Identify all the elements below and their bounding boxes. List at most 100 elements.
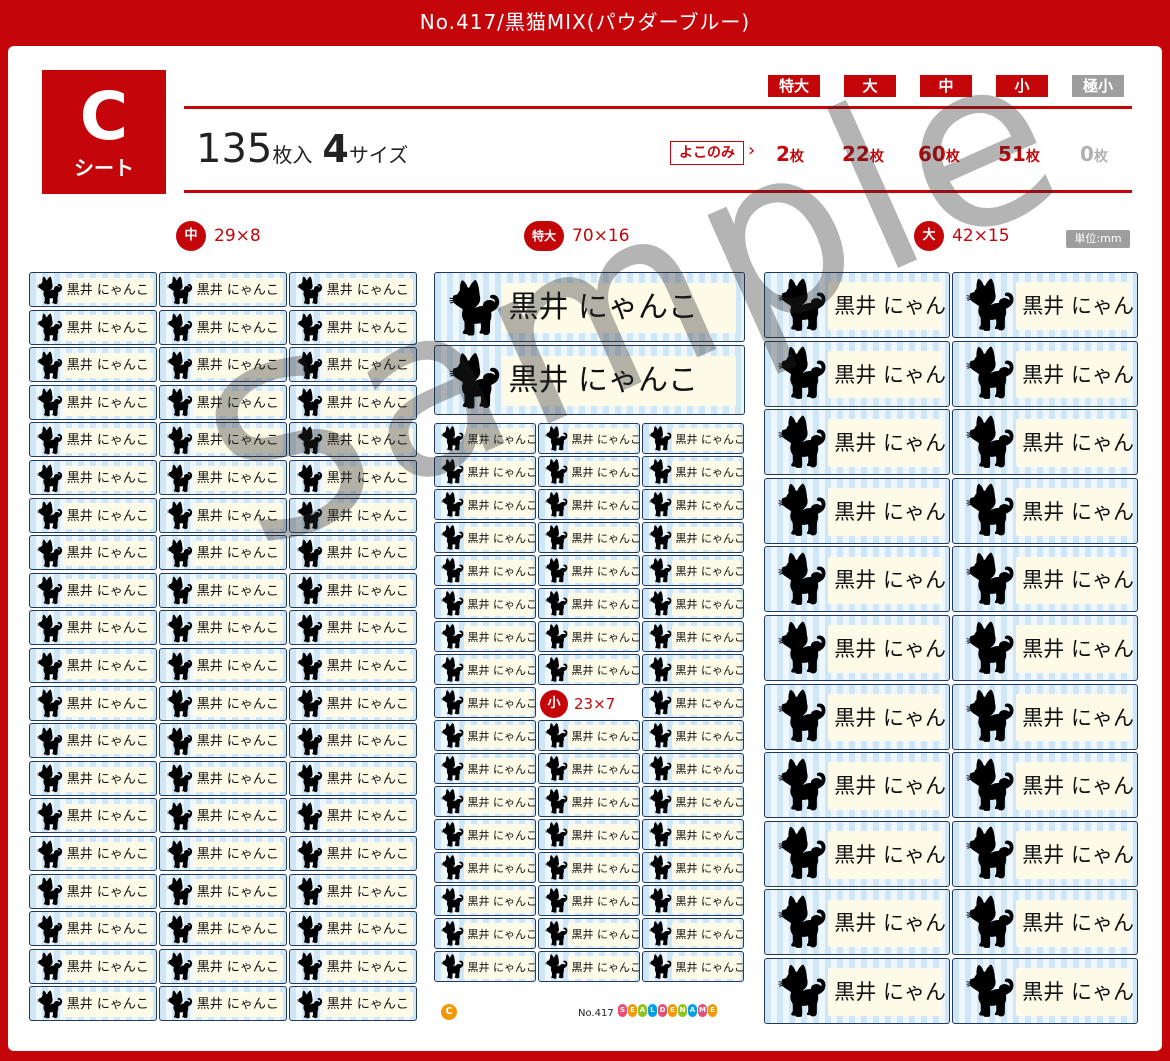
black-cat-icon: 🐈 [34,613,66,643]
black-cat-icon: 🐈 [772,551,833,607]
label-name: 黒井 にゃんこ [571,862,640,875]
small-label: 🐈 黒井 にゃんこ [434,489,536,520]
label-name: 黒井 にゃんこ [571,499,640,512]
black-cat-icon: 🐈 [34,425,66,455]
black-cat-icon: 🐈 [772,757,833,813]
black-cat-icon: 🐈 [960,346,1021,402]
black-cat-icon: 🐈 [646,888,675,915]
label-name: 黒井 にゃんこ [326,659,409,674]
mid-label: 🐈 黒井 にゃんこ [289,610,417,646]
black-cat-icon: 🐈 [34,877,66,907]
black-cat-icon: 🐈 [772,483,833,539]
black-cat-icon: 🐈 [34,651,66,681]
black-cat-icon: 🐈 [443,278,507,337]
black-cat-icon: 🐈 [164,388,196,418]
logo-letter: A [688,1004,697,1017]
label-name: 黒井 にゃんこ [196,922,279,938]
label-name: 黒井 にゃんこ [571,961,640,974]
label-name: 黒井 にゃんこ [467,796,536,809]
mid-label: 🐈 黒井 にゃんこ [159,911,287,947]
small-label: 🐈 黒井 にゃんこ [642,423,744,454]
qty-small: 51枚 [998,142,1040,166]
mid-label: 🐈 黒井 にゃんこ [159,497,287,533]
label-name: 黒井 にゃんこ [467,961,536,974]
qty-xl: 2枚 [776,142,804,166]
black-cat-icon: 🐈 [438,459,467,486]
black-cat-icon: 🐈 [164,275,196,305]
label-name: 黒井 にゃんこ [1022,431,1137,456]
black-cat-icon: 🐈 [164,877,196,907]
logo-letter: N [678,1004,687,1017]
large-label: 🐈黒井 にゃんこ [952,477,1138,544]
label-name: 黒井 にゃんこ [834,637,949,661]
label-name: 黒井 にゃんこ [675,928,744,941]
small-label: 🐈 黒井 にゃんこ [434,720,536,751]
label-name: 黒井 にゃんこ [1022,568,1137,593]
large-label: 🐈黒井 にゃんこ [764,958,950,1024]
mid-label: 🐈 黒井 にゃんこ [29,798,157,834]
label-name: 黒井 にゃんこ [326,809,409,825]
label-name: 黒井 にゃんこ [675,598,744,611]
size-tag-xs: 極小 [1072,75,1124,97]
small-label: 🐈 黒井 にゃんこ [642,918,744,949]
label-name: 黒井 にゃんこ [571,631,640,644]
small-label: 🐈 黒井 にゃんこ [434,588,536,619]
mid-label: 🐈 黒井 にゃんこ [159,723,287,759]
label-name: 黒井 にゃんこ [326,696,409,712]
size-tag-large: 大 [844,75,896,97]
small-label: 🐈 黒井 にゃんこ [642,951,744,982]
black-cat-icon: 🐈 [646,756,675,783]
label-name: 黒井 にゃんこ [66,847,149,862]
large-label: 🐈黒井 にゃんこ [764,820,950,887]
mid-label: 🐈 黒井 にゃんこ [159,986,287,1022]
mid-label: 🐈 黒井 にゃんこ [159,347,287,383]
label-name: 黒井 にゃんこ [1022,980,1137,1004]
label-name: 黒井 にゃんこ [66,621,149,637]
mid-label: 🐈 黒井 にゃんこ [159,460,287,495]
label-name: 黒井 にゃんこ [571,895,640,908]
label-name: 黒井 にゃんこ [508,363,699,398]
black-cat-icon: 🐈 [542,921,571,948]
label-name: 黒井 にゃんこ [571,532,640,545]
section-xl-header: 特大 70×16 [524,221,630,251]
label-name: 黒井 にゃんこ [326,320,409,336]
mid-label: 🐈 黒井 にゃんこ [289,798,417,834]
black-cat-icon: 🐈 [294,801,326,831]
mid-label: 🐈 黒井 にゃんこ [289,422,417,458]
large-label: 🐈黒井 にゃんこ [952,752,1138,819]
small-label: 🐈 黒井 にゃんこ [434,621,536,652]
black-cat-icon: 🐈 [646,492,675,519]
black-cat-icon: 🐈 [542,657,571,684]
black-cat-icon: 🐈 [646,591,675,618]
black-cat-icon: 🐈 [646,723,675,750]
logo-letter: E [708,1004,717,1017]
badge-small: 小 [540,690,568,718]
label-name: 黒井 にゃんこ [326,997,409,1013]
large-label: 🐈黒井 にゃんこ [952,889,1138,956]
label-name: 黒井 にゃんこ [467,697,536,710]
small-label: 🐈 黒井 にゃんこ [538,522,640,553]
black-cat-icon: 🐈 [34,952,66,982]
label-name: 黒井 にゃんこ [326,922,409,938]
black-cat-icon: 🐈 [294,726,326,756]
label-name: 黒井 にゃんこ [675,499,744,512]
mid-label: 🐈 黒井 にゃんこ [29,911,157,947]
large-label: 🐈黒井 にゃんこ [952,683,1138,750]
label-name: 黒井 にゃんこ [571,763,640,776]
mid-label: 🐈 黒井 にゃんこ [29,873,157,909]
black-cat-icon: 🐈 [960,483,1021,539]
black-cat-icon: 🐈 [646,690,675,717]
bottom-divider [184,190,1132,193]
logo-letter: A [638,1004,647,1017]
mid-label: 🐈 黒井 にゃんこ [29,272,157,307]
label-name: 黒井 にゃんこ [66,997,149,1013]
small-label: 🐈 黒井 にゃんこ [434,654,536,685]
product-title: No.417/黒猫MIX(パウダーブルー) [419,10,751,34]
label-name: 黒井 にゃんこ [834,842,949,867]
section-large-header: 大 42×15 [914,221,1010,251]
black-cat-icon: 🐈 [164,538,196,568]
black-cat-icon: 🐈 [646,525,675,552]
label-name: 黒井 にゃんこ [66,771,149,787]
mid-label: 🐈 黒井 にゃんこ [289,497,417,533]
label-name: 黒井 にゃんこ [467,532,536,545]
